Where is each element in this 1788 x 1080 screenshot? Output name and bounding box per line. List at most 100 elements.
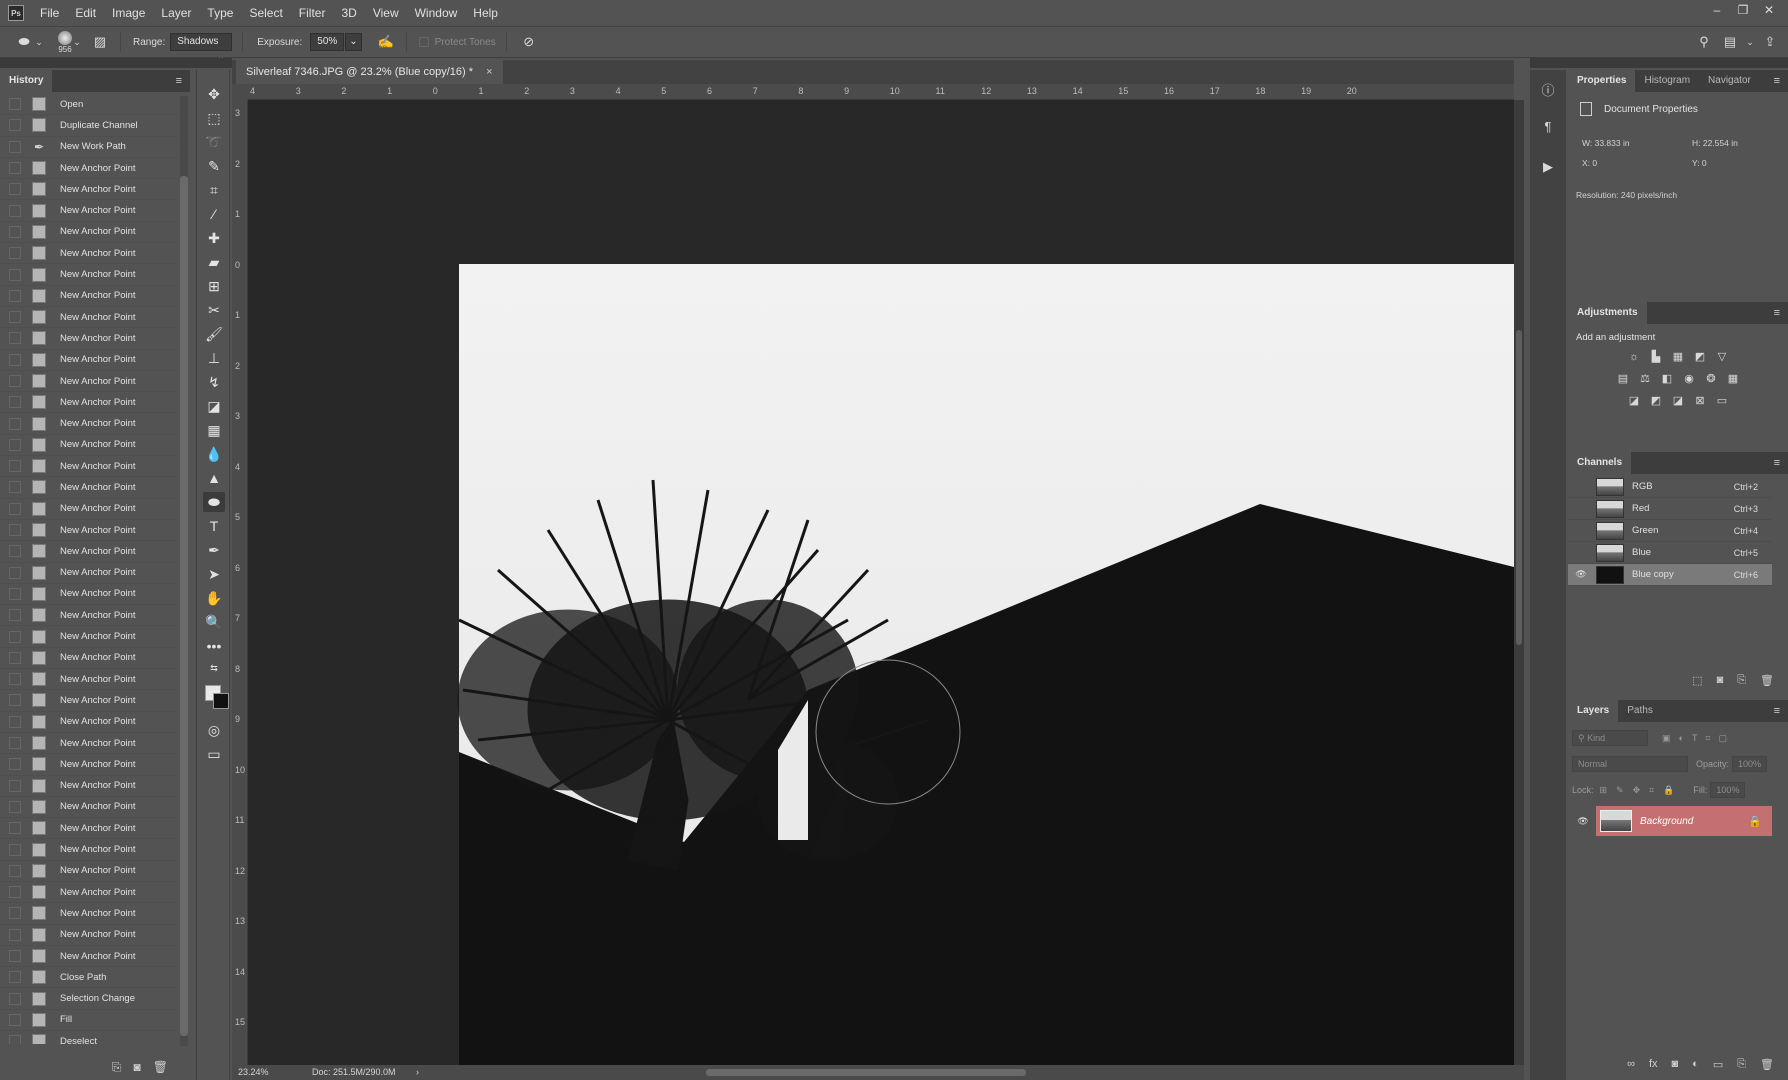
history-brush-source-checkbox[interactable]: [9, 587, 21, 600]
history-brush-source-checkbox[interactable]: [9, 204, 21, 217]
sponge-tool-preset-icon[interactable]: ⬬: [14, 32, 34, 52]
gradient-tool-icon[interactable]: ▦: [203, 420, 225, 440]
history-brush-source-checkbox[interactable]: [9, 289, 21, 302]
history-state-item[interactable]: New Anchor Point: [0, 946, 178, 968]
panel-menu-icon[interactable]: ≡: [1774, 457, 1780, 469]
tab-navigator[interactable]: Navigator: [1699, 70, 1760, 92]
ruler-origin[interactable]: [232, 84, 248, 100]
pen-tool-icon[interactable]: ✒: [203, 540, 225, 560]
history-brush-source-checkbox[interactable]: [9, 375, 21, 387]
brush-preset-picker[interactable]: 956: [58, 30, 72, 54]
close-icon[interactable]: ✕: [1756, 0, 1782, 22]
history-state-item[interactable]: New Anchor Point: [0, 776, 178, 797]
quick-select-tool-icon[interactable]: ✎: [203, 156, 225, 176]
eyedropper-tool-icon[interactable]: ⁄: [203, 204, 225, 224]
protect-tones-checkbox[interactable]: [418, 37, 429, 47]
history-state-item[interactable]: New Anchor Point: [0, 264, 178, 286]
hue-saturation-icon[interactable]: ▤: [1616, 372, 1630, 386]
posterize-icon[interactable]: ◩: [1649, 394, 1663, 408]
photo-filter-icon[interactable]: ◉: [1682, 372, 1696, 386]
y-value[interactable]: Y: 0: [1692, 158, 1707, 168]
history-state-item[interactable]: New Anchor Point: [0, 584, 178, 606]
history-brush-source-checkbox[interactable]: [9, 758, 21, 771]
brush-settings-icon[interactable]: ▨: [90, 32, 110, 52]
channel-row-green[interactable]: Green Ctrl+4: [1568, 520, 1772, 542]
history-state-item[interactable]: New Anchor Point: [0, 563, 178, 584]
history-state-item[interactable]: New Anchor Point: [0, 435, 178, 457]
add-mask-icon[interactable]: ◙: [1672, 1058, 1679, 1071]
horizontal-ruler[interactable]: 4 3 2 1 0 1 2 3 4 5 6 7 8 9 10 11 12 13 14 15 16 17 18 19 20: [248, 84, 1514, 100]
history-brush-source-checkbox[interactable]: [9, 460, 21, 473]
dock-collapse-strip[interactable]: [1530, 58, 1788, 68]
channel-mixer-icon[interactable]: ❂: [1704, 372, 1718, 386]
new-channel-icon[interactable]: ⎘: [1737, 674, 1746, 687]
history-brush-source-checkbox[interactable]: [9, 353, 21, 366]
share-icon[interactable]: ⇪: [1760, 32, 1780, 52]
history-state-item[interactable]: Deselect: [0, 1031, 178, 1044]
exposure-input[interactable]: 50%: [310, 33, 345, 51]
history-brush-source-checkbox[interactable]: [9, 225, 21, 238]
load-selection-icon[interactable]: ⬚: [1692, 674, 1702, 687]
history-brush-source-checkbox[interactable]: [9, 886, 21, 899]
panel-menu-icon[interactable]: ≡: [1774, 75, 1780, 87]
blend-mode-select[interactable]: Normal: [1572, 756, 1688, 772]
history-brush-source-checkbox[interactable]: [9, 119, 21, 132]
hand-tool-icon[interactable]: ✋: [203, 588, 225, 608]
history-collapse-strip[interactable]: [0, 58, 196, 68]
clone-stamp-tool-icon[interactable]: ⊥: [203, 348, 225, 368]
history-brush-source-checkbox[interactable]: [9, 673, 21, 686]
paragraph-styles-icon[interactable]: ¶: [1539, 118, 1557, 136]
history-state-item[interactable]: New Anchor Point: [0, 882, 178, 904]
layer-row[interactable]: 👁 Background 🔒: [1568, 806, 1772, 836]
swap-colors-icon[interactable]: ⇆: [203, 662, 225, 674]
canvas-area[interactable]: [248, 100, 1514, 1065]
new-layer-icon[interactable]: ⎘: [1737, 1058, 1746, 1071]
zoom-level[interactable]: 23.24%: [238, 1067, 269, 1077]
fx-icon[interactable]: fx: [1649, 1058, 1658, 1071]
history-state-item[interactable]: New Anchor Point: [0, 797, 178, 819]
history-brush-source-checkbox[interactable]: [9, 907, 21, 920]
path-selection-tool-icon[interactable]: ➤: [203, 564, 225, 584]
camera-icon[interactable]: ◙: [134, 1060, 141, 1074]
history-brush-source-checkbox[interactable]: [9, 928, 21, 941]
bandage-tool-icon[interactable]: ▰: [203, 252, 225, 272]
background-color-swatch[interactable]: [213, 693, 229, 709]
history-brush-source-checkbox[interactable]: [9, 162, 21, 175]
history-brush-source-checkbox[interactable]: [9, 545, 21, 558]
scroll-thumb[interactable]: [1516, 330, 1522, 645]
gradient-map-icon[interactable]: ▭: [1715, 394, 1729, 408]
marquee-tool-icon[interactable]: ⬚: [203, 108, 225, 128]
new-group-icon[interactable]: ▭: [1713, 1058, 1723, 1071]
history-brush-source-checkbox[interactable]: [9, 800, 21, 813]
history-state-item[interactable]: New Anchor Point: [0, 648, 178, 670]
airbrush-icon[interactable]: ✍: [376, 32, 396, 52]
menu-edit[interactable]: Edit: [67, 6, 104, 20]
history-state-item[interactable]: Selection Change: [0, 988, 178, 1010]
history-brush-source-checkbox[interactable]: [9, 396, 21, 409]
document-tab[interactable]: Silverleaf 7346.JPG @ 23.2% (Blue copy/1…: [236, 60, 503, 84]
history-brush-source-checkbox[interactable]: [9, 950, 21, 963]
color-swatches[interactable]: [205, 685, 231, 711]
adjustment-layer-icon[interactable]: ◐: [1692, 1058, 1699, 1071]
toolbar-collapse-strip[interactable]: [196, 58, 232, 68]
history-brush-source-checkbox[interactable]: [9, 502, 21, 515]
history-brush-source-checkbox[interactable]: [9, 715, 21, 728]
layer-background[interactable]: Background 🔒: [1596, 806, 1772, 836]
save-selection-icon[interactable]: ◙: [1717, 674, 1724, 687]
type-tool-icon[interactable]: T: [203, 516, 225, 536]
cross-tool-icon[interactable]: ✂: [203, 300, 225, 320]
workspace-icon[interactable]: ▤: [1720, 32, 1740, 52]
trash-icon[interactable]: 🗑: [153, 1060, 168, 1074]
close-icon[interactable]: ×: [486, 66, 492, 78]
menu-view[interactable]: View: [365, 6, 407, 20]
exposure-icon[interactable]: ◩: [1693, 350, 1707, 364]
history-brush-source-checkbox[interactable]: [9, 1013, 21, 1026]
channel-row-red[interactable]: Red Ctrl+3: [1568, 498, 1772, 520]
range-select[interactable]: Shadows ⌄: [170, 33, 233, 63]
history-brush-source-checkbox[interactable]: [9, 140, 21, 153]
history-state-item[interactable]: New Anchor Point: [0, 158, 178, 180]
height-value[interactable]: H: 22.554 in: [1692, 138, 1738, 148]
history-state-item[interactable]: New Anchor Point: [0, 456, 178, 478]
history-state-item[interactable]: New Anchor Point: [0, 925, 178, 946]
history-brush-source-checkbox[interactable]: [9, 566, 21, 579]
